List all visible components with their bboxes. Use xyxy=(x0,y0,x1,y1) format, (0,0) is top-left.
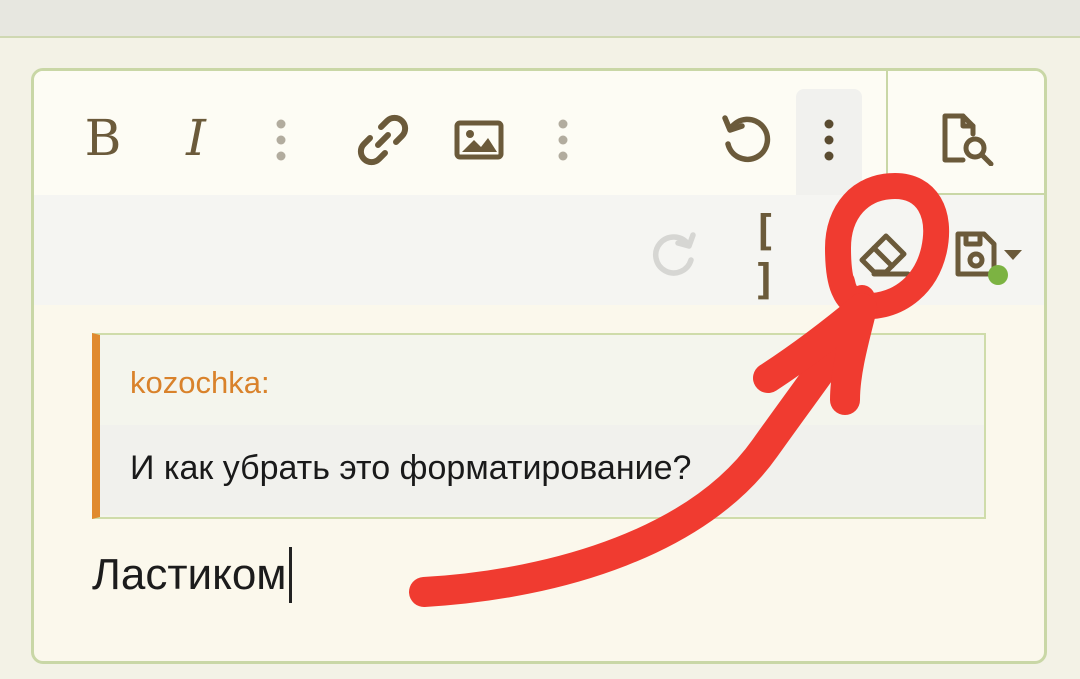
preview-icon xyxy=(942,113,994,166)
editor-content[interactable]: kozochka: И как убрать это форматировани… xyxy=(34,305,1044,661)
draft-status-dot xyxy=(988,265,1008,285)
editor-text-content: Ластиком xyxy=(92,550,287,599)
toolbar-primary: B I xyxy=(34,71,886,195)
page-header-strip xyxy=(0,0,1080,38)
editor-text: Ластиком xyxy=(92,547,292,603)
toolbar-secondary: [ ] xyxy=(34,195,1044,305)
undo-button[interactable] xyxy=(716,111,776,167)
redo-button[interactable] xyxy=(646,229,702,281)
italic-button[interactable]: I xyxy=(174,107,218,169)
link-button[interactable] xyxy=(354,111,412,169)
bold-button[interactable]: B xyxy=(78,107,128,169)
rich-text-editor: B I [] kozochka: И как убрать это форма… xyxy=(31,68,1047,664)
more-vertical-icon xyxy=(276,119,286,161)
link-icon xyxy=(357,114,409,166)
dropdown-caret-icon xyxy=(1004,250,1022,260)
quote-block: kozochka: И как убрать это форматировани… xyxy=(92,333,986,519)
more-options-button[interactable] xyxy=(812,115,846,165)
bold-icon: B xyxy=(84,109,122,167)
quote-author: kozochka: xyxy=(130,365,270,400)
redo-icon xyxy=(652,232,696,276)
image-button[interactable] xyxy=(450,115,508,165)
save-draft-button[interactable] xyxy=(948,225,1028,285)
preview-cell xyxy=(888,71,1044,195)
more-text-options-button[interactable] xyxy=(266,115,296,165)
more-vertical-icon xyxy=(824,119,834,161)
quote-body: И как убрать это форматирование? xyxy=(100,425,984,515)
undo-icon xyxy=(722,115,771,163)
eraser-icon xyxy=(859,233,911,277)
italic-icon: I xyxy=(186,109,206,167)
image-icon xyxy=(454,120,504,160)
more-insert-options-button[interactable] xyxy=(548,115,578,165)
brackets-icon: [ ] xyxy=(752,206,777,304)
text-caret xyxy=(288,547,292,603)
quote-text: И как убрать это форматирование? xyxy=(130,449,692,487)
remove-formatting-button[interactable] xyxy=(854,227,914,283)
preview-button[interactable] xyxy=(936,109,1000,169)
brackets-button[interactable]: [ ] xyxy=(752,206,808,304)
more-vertical-icon xyxy=(558,119,568,161)
